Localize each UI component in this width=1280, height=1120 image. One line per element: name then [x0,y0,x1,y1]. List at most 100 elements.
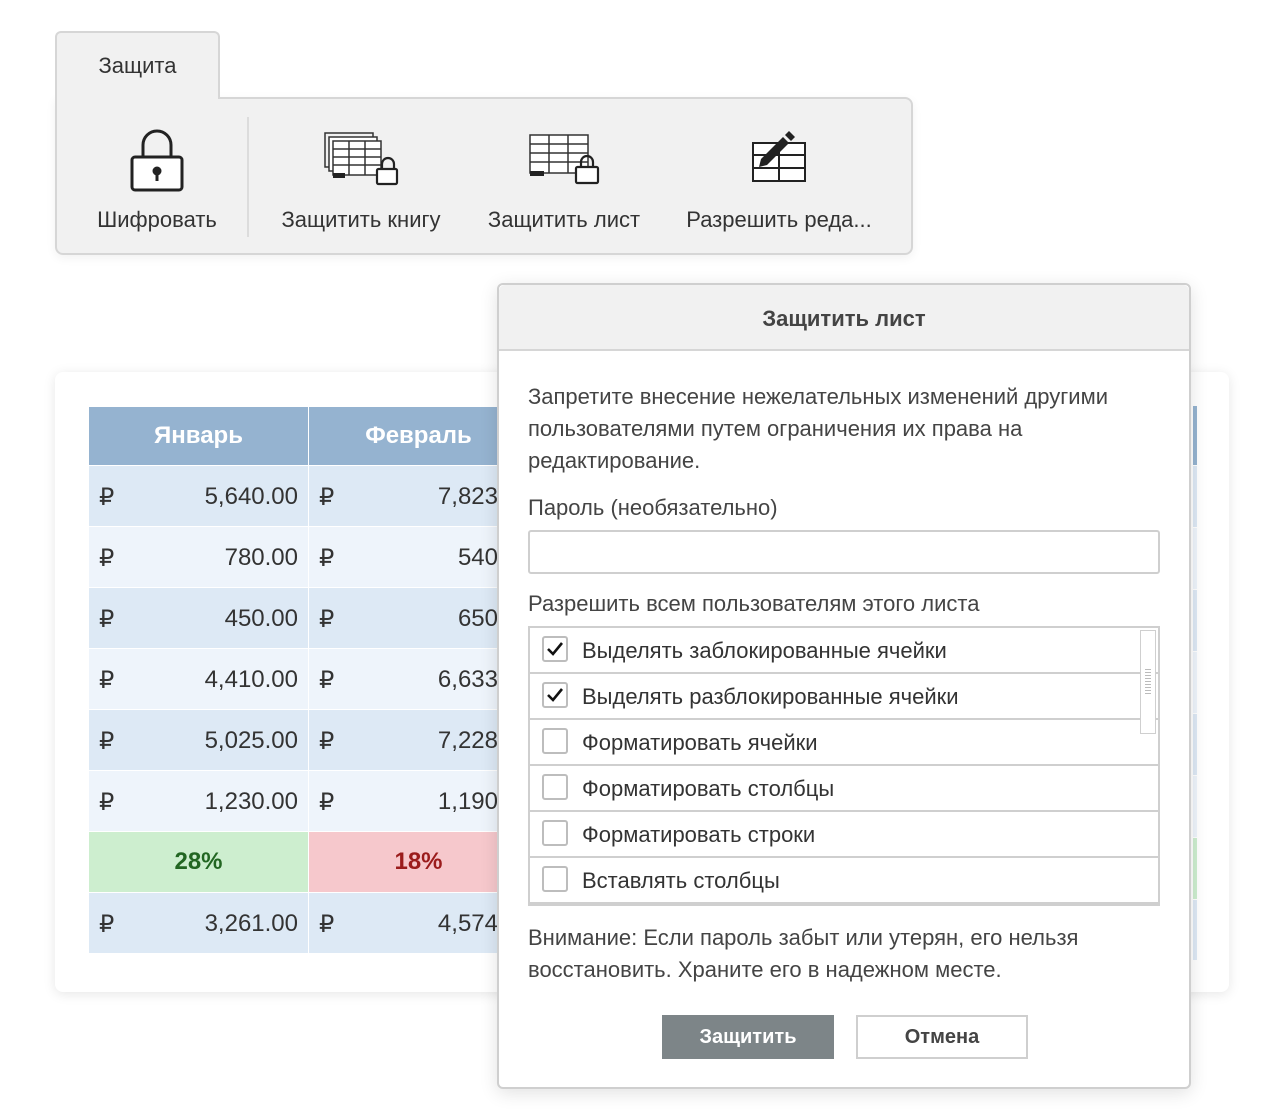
currency-symbol: ₽ [319,484,335,511]
dialog-title: Защитить лист [762,306,926,331]
percent-row: 28% 18% [88,831,529,893]
list-item[interactable]: Форматировать ячейки [530,720,1158,766]
dialog-description: Запретите внесение нежелательных изменен… [528,384,1108,473]
table-cell[interactable]: ₽4,410.00 [88,648,309,710]
table-row: ₽5,025.00 ₽7,228.0 [88,709,529,771]
permission-label: Вставлять столбцы [582,868,780,893]
checkbox-checked[interactable] [542,682,568,708]
cell-value: 780.00 [224,544,298,571]
list-item[interactable]: Выделять заблокированные ячейки [530,628,1158,674]
table-row: ₽450.00 ₽650.0 [88,587,529,649]
table-row: ₽780.00 ₽540.0 [88,526,529,588]
list-item[interactable]: Форматировать столбцы [530,766,1158,812]
table-cell[interactable]: ₽3,261.00 [88,892,309,954]
total-row: ₽3,261.00 ₽4,574.0 [88,892,529,954]
cell-value: 1,230.00 [204,788,298,815]
encrypt-label: Шифровать [97,207,217,232]
password-label: Пароль (необязательно) [528,495,778,520]
table-cell[interactable]: ₽5,640.00 [88,465,309,527]
table-row: ₽4,410.00 ₽6,633.0 [88,648,529,710]
currency-symbol: ₽ [99,545,115,572]
percent-cell-positive[interactable]: 28% [88,831,309,893]
ribbon-separator [247,117,249,237]
scroll-grip-icon [1145,669,1151,695]
permission-label: Форматировать ячейки [582,730,818,755]
list-item[interactable]: Вставлять столбцы [530,858,1158,904]
column-edge-strip [1193,652,1197,713]
column-header-january[interactable]: Январь [88,406,309,466]
spreadsheet-table: Январь Февраль ₽5,640.00 ₽7,823.0 ₽780.0… [88,406,529,954]
currency-symbol: ₽ [99,911,115,938]
column-edge-strip [1193,900,1197,960]
protect-button[interactable]: Защитить [662,1015,834,1059]
table-cell[interactable]: ₽450.00 [88,587,309,649]
checkmark-icon [547,642,564,656]
checkbox[interactable] [542,866,568,892]
permission-label: Выделять разблокированные ячейки [582,684,959,709]
checkbox[interactable] [542,774,568,800]
cell-value: 5,025.00 [204,727,298,754]
protect-workbook-icon [323,131,399,192]
list-item[interactable]: Форматировать строки [530,812,1158,858]
table-cell[interactable]: ₽1,230.00 [88,770,309,832]
encrypt-button[interactable]: Шифровать [75,99,239,253]
percent-cell-negative[interactable]: 18% [308,831,529,893]
allow-edit-ranges-icon [749,129,809,190]
padlock-icon [129,127,185,198]
list-item[interactable]: Выделять разблокированные ячейки [530,674,1158,720]
table-cell[interactable]: ₽1,190.0 [308,770,529,832]
table-cell[interactable]: ₽650.0 [308,587,529,649]
checkmark-icon [547,688,564,702]
protect-sheet-label: Защитить лист [487,207,641,232]
currency-symbol: ₽ [319,728,335,755]
currency-symbol: ₽ [99,728,115,755]
allow-edit-ranges-button[interactable]: Разрешить реда... [670,99,888,253]
ribbon-tab-label: Защита [98,53,177,78]
table-cell[interactable]: ₽7,823.0 [308,465,529,527]
column-edge-strip [1193,590,1197,651]
cell-value: 4,410.00 [204,666,298,693]
permissions-label: Разрешить всем пользователям этого листа [528,591,980,616]
checkbox[interactable] [542,728,568,754]
currency-symbol: ₽ [319,545,335,572]
table-row: ₽5,640.00 ₽7,823.0 [88,465,529,527]
password-field[interactable] [528,530,1160,574]
column-edge-strip [1193,406,1197,465]
table-cell[interactable]: ₽5,025.00 [88,709,309,771]
table-cell[interactable]: ₽540.0 [308,526,529,588]
currency-symbol: ₽ [319,911,335,938]
currency-symbol: ₽ [99,667,115,694]
checkbox-checked[interactable] [542,636,568,662]
currency-symbol: ₽ [319,606,335,633]
protect-sheet-dialog: Защитить лист Запретите внесение нежелат… [497,283,1191,1089]
ribbon-tab-protection[interactable]: Защита [55,31,220,99]
table-cell[interactable]: ₽780.00 [88,526,309,588]
column-header-february[interactable]: Февраль [308,406,529,466]
cell-value: 450.00 [224,605,298,632]
cancel-button[interactable]: Отмена [856,1015,1028,1059]
protect-workbook-label: Защитить книгу [281,207,441,232]
column-edge-strip [1193,714,1197,775]
cell-value: 5,640.00 [204,483,298,510]
currency-symbol: ₽ [99,484,115,511]
table-cell[interactable]: ₽4,574.0 [308,892,529,954]
column-edge-strip [1193,466,1197,527]
ribbon-panel: Шифровать Защитить книгу Защитить лист Р… [55,97,913,255]
checkbox[interactable] [542,820,568,846]
dialog-header[interactable]: Защитить лист [499,285,1189,351]
permission-label: Форматировать строки [582,822,816,847]
protect-sheet-button[interactable]: Защитить лист [467,99,661,253]
warning-text: Внимание: Если пароль забыт или утерян, … [528,925,1079,982]
protect-sheet-icon [528,133,600,190]
list-scrollbar[interactable] [1140,630,1156,734]
permission-label: Форматировать столбцы [582,776,835,801]
currency-symbol: ₽ [319,667,335,694]
currency-symbol: ₽ [319,789,335,816]
permissions-list: Выделять заблокированные ячейки Выделять… [528,626,1160,906]
table-cell[interactable]: ₽7,228.0 [308,709,529,771]
table-cell[interactable]: ₽6,633.0 [308,648,529,710]
column-edge-strip [1193,776,1197,837]
table-row: ₽1,230.00 ₽1,190.0 [88,770,529,832]
currency-symbol: ₽ [99,789,115,816]
protect-workbook-button[interactable]: Защитить книгу [264,99,458,253]
